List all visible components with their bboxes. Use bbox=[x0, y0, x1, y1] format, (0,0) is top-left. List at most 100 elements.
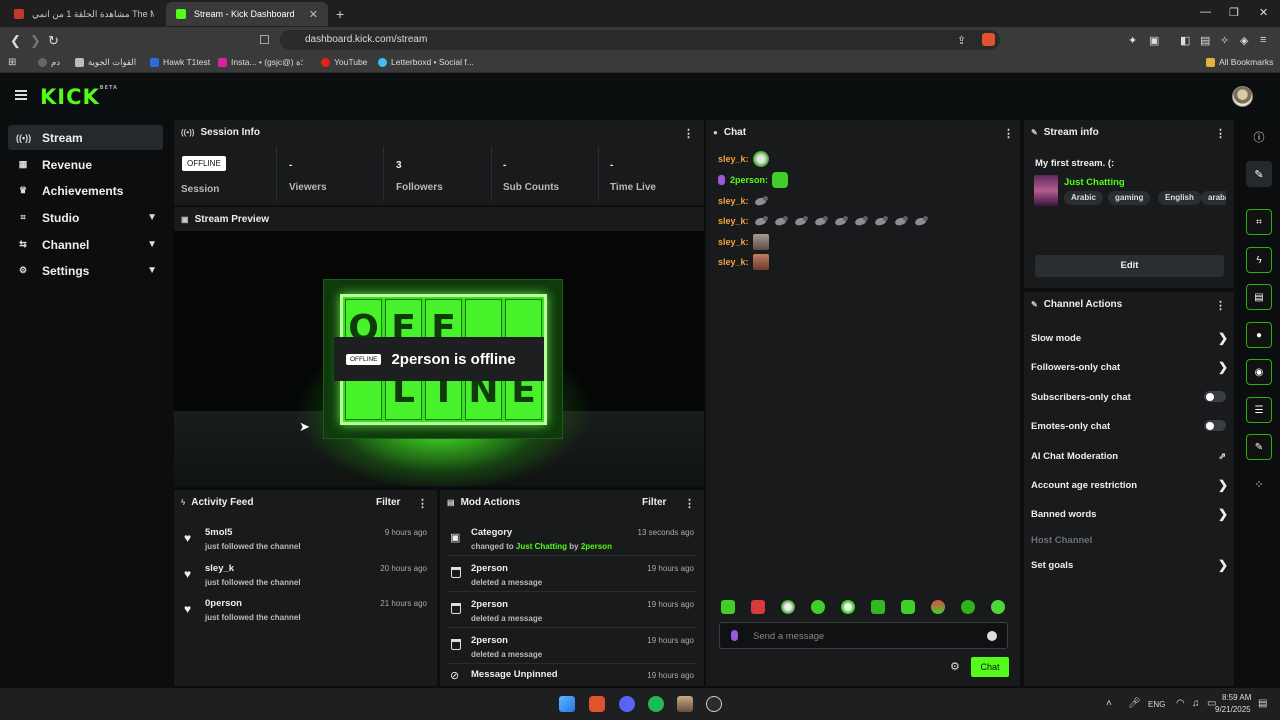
banned-words-row[interactable]: Banned words ❯ bbox=[1031, 507, 1228, 521]
bookmark-item[interactable]: Hawk T1test bbox=[150, 57, 210, 67]
windows-start-icon[interactable] bbox=[559, 696, 575, 712]
chat-message-input[interactable]: Send a message bbox=[719, 622, 1008, 649]
hamburger-menu-icon[interactable] bbox=[15, 90, 27, 100]
emote-bar bbox=[718, 600, 1008, 616]
preview-icon: ▣ bbox=[181, 215, 189, 224]
sidebar-item-revenue[interactable]: ▦ Revenue bbox=[8, 152, 163, 177]
bookmark-favicon-icon bbox=[150, 57, 159, 67]
qr-code-icon[interactable]: ⌗ bbox=[1246, 209, 1272, 235]
share-icon[interactable]: ⇪ bbox=[957, 34, 966, 47]
tray-chevron-icon[interactable]: ˄ bbox=[1106, 698, 1112, 709]
discord-icon[interactable] bbox=[619, 696, 635, 712]
language-indicator[interactable]: ENG bbox=[1148, 700, 1165, 709]
reload-icon[interactable]: ↻ bbox=[48, 33, 59, 49]
volume-icon[interactable]: ♫ bbox=[1192, 698, 1200, 709]
edit-stream-info-button[interactable]: Edit bbox=[1035, 255, 1224, 277]
browser-tab-anime[interactable]: مشاهدة الحلقة 1 من انمي The Movie bbox=[4, 2, 164, 26]
brave-browser-icon[interactable] bbox=[589, 696, 605, 712]
sidebar-item-settings[interactable]: ⚙ Settings ▼ bbox=[8, 258, 163, 283]
stat-viewers: - Viewers bbox=[278, 146, 384, 201]
close-tab-icon[interactable]: ✕ bbox=[309, 8, 318, 21]
emote-icon[interactable] bbox=[811, 600, 825, 614]
emote-icon[interactable] bbox=[751, 600, 765, 614]
forward-icon[interactable]: ❯ bbox=[30, 33, 41, 49]
mod-badge-icon bbox=[718, 175, 725, 185]
frog-emote-icon bbox=[772, 172, 789, 188]
info-icon[interactable]: ⓘ bbox=[1246, 124, 1272, 150]
bookmark-item[interactable]: Insta... • (gsjc@) ؛⁠ة ⁠ ⁠ ⁠ ⁠ ⁠ ⁠ ⁠ ⁠ ⁠… bbox=[218, 57, 313, 68]
bolt-icon[interactable]: ϟ bbox=[1246, 247, 1272, 273]
restore-icon[interactable]: ❐ bbox=[1229, 6, 1239, 19]
emote-icon[interactable] bbox=[781, 600, 795, 614]
account-age-row[interactable]: Account age restriction ❯ bbox=[1031, 478, 1228, 492]
emote-icon[interactable] bbox=[991, 600, 1005, 614]
followers-only-row[interactable]: Followers-only chat ❯ bbox=[1031, 360, 1228, 374]
chat-message: sley_k: bbox=[718, 150, 773, 168]
send-chat-button[interactable]: Chat bbox=[971, 657, 1009, 677]
more-options-icon[interactable]: ⋮ bbox=[684, 497, 695, 510]
pencil-icon[interactable]: ✎ bbox=[1246, 161, 1272, 187]
bookmark-item[interactable]: دم bbox=[38, 57, 60, 68]
emotes-only-toggle[interactable] bbox=[1204, 420, 1226, 431]
activity-feed-panel: ϟ Activity Feed Filter ⋮ ♥ 5mol5 just fol… bbox=[174, 490, 437, 686]
kick-logo[interactable]: KICKBETA bbox=[40, 85, 118, 109]
bookmark-icon[interactable]: ☐ bbox=[259, 33, 270, 47]
wrench-icon[interactable]: ✎ bbox=[1246, 434, 1272, 460]
new-tab-icon[interactable]: + bbox=[336, 6, 344, 22]
notifications-icon[interactable]: ▤ bbox=[1258, 698, 1267, 709]
document-icon[interactable]: ▤ bbox=[1246, 284, 1272, 310]
bookmark-item[interactable]: القوات الجوية bbox=[75, 57, 136, 68]
clock-date[interactable]: 9/21/2025 bbox=[1215, 705, 1251, 714]
more-options-icon[interactable]: ⋮ bbox=[1003, 127, 1014, 140]
filter-button[interactable]: Filter bbox=[642, 497, 666, 508]
emote-icon[interactable] bbox=[901, 600, 915, 614]
stream-preview[interactable]: O F F L I N E OFFLINE 2person is offline… bbox=[174, 231, 704, 486]
browser-tab-kick[interactable]: Stream - Kick Dashboard ✕ bbox=[166, 2, 328, 26]
trash-icon bbox=[451, 639, 461, 650]
sidebar-item-stream[interactable]: ((•)) Stream bbox=[8, 125, 163, 150]
list-item: ♥ sley_k just followed the channel 20 ho… bbox=[184, 563, 427, 587]
more-options-icon[interactable]: ⋮ bbox=[1215, 299, 1226, 312]
emote-icon[interactable] bbox=[871, 600, 885, 614]
vpn-icon[interactable]: ◈ bbox=[1240, 34, 1248, 47]
wifi-icon[interactable]: ◠ bbox=[1176, 698, 1185, 709]
emote-icon[interactable] bbox=[931, 600, 945, 614]
emote-icon[interactable] bbox=[841, 600, 855, 614]
more-options-icon[interactable]: ⋮ bbox=[417, 497, 428, 510]
bookmark-item[interactable]: Letterboxd • Social f... bbox=[378, 57, 474, 67]
chat-bubble-icon[interactable]: ● bbox=[1246, 322, 1272, 348]
menu-icon[interactable]: ≡ bbox=[1260, 34, 1266, 46]
brave-shield-icon[interactable] bbox=[982, 33, 995, 46]
list-item: 2person deleted a message 19 hours ago bbox=[440, 556, 704, 592]
layout-icon[interactable]: ☰ bbox=[1246, 397, 1272, 423]
emoji-picker-icon[interactable] bbox=[987, 631, 997, 641]
tag: arabaic bbox=[1201, 191, 1226, 205]
app-icon[interactable] bbox=[706, 696, 722, 712]
filter-button[interactable]: Filter bbox=[376, 497, 400, 508]
session-status: OFFLINE Session bbox=[174, 146, 277, 201]
bookmark-item[interactable]: YouTube bbox=[321, 57, 367, 67]
sidebar-item-studio[interactable]: ⌗ Studio ▼ bbox=[8, 205, 163, 230]
apps-icon[interactable]: ⊞ bbox=[8, 57, 16, 68]
url-field[interactable]: dashboard.kick.com/stream bbox=[280, 30, 1000, 50]
close-window-icon[interactable]: ✕ bbox=[1259, 6, 1268, 19]
emote-icon[interactable] bbox=[961, 600, 975, 614]
sidebar-item-achievements[interactable]: ♛ Achievements bbox=[8, 178, 163, 203]
app-icon[interactable] bbox=[677, 696, 693, 712]
sidebar-item-channel[interactable]: ⇆ Channel ▼ bbox=[8, 232, 163, 257]
emote-icon[interactable] bbox=[721, 600, 735, 614]
microphone-icon: 🎤︎ bbox=[1128, 698, 1141, 709]
clock-time[interactable]: 8:59 AM bbox=[1222, 693, 1251, 702]
back-icon[interactable]: ❮ bbox=[10, 33, 21, 49]
subscribers-only-toggle[interactable] bbox=[1204, 391, 1226, 402]
chat-settings-gear-icon[interactable]: ⚙ bbox=[950, 660, 960, 673]
set-goals-row[interactable]: Set goals ❯ bbox=[1031, 558, 1228, 572]
chat-bubble-icon: ● bbox=[713, 128, 718, 137]
add-widget-icon[interactable]: ⁘ bbox=[1246, 471, 1272, 497]
broadcast-icon[interactable]: ◉ bbox=[1246, 359, 1272, 385]
slow-mode-row[interactable]: Slow mode ❯ bbox=[1031, 331, 1228, 345]
ai-moderation-row[interactable]: AI Chat Moderation ⇗ bbox=[1031, 451, 1228, 462]
more-options-icon[interactable]: ⋮ bbox=[683, 127, 694, 140]
spotify-icon[interactable] bbox=[648, 696, 664, 712]
user-avatar[interactable] bbox=[1232, 86, 1253, 107]
